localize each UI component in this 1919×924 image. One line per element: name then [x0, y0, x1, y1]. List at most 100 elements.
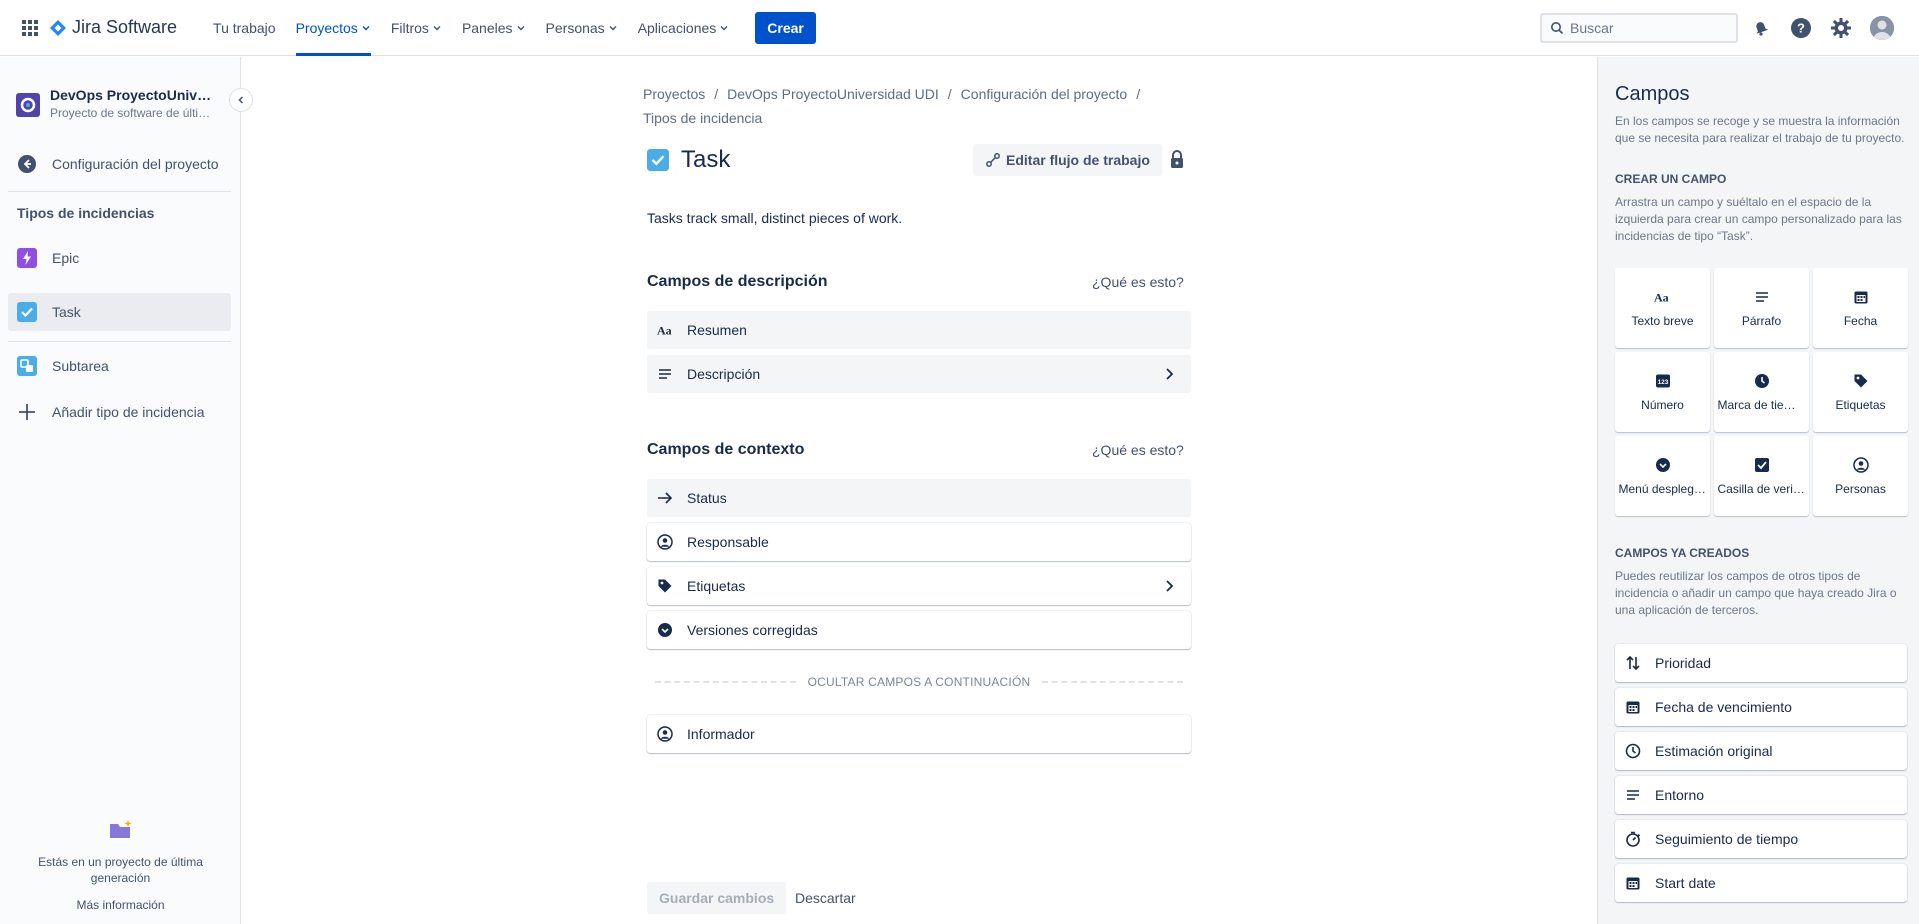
tag-icon [1852, 372, 1870, 390]
workflow-icon [985, 152, 1001, 168]
breadcrumb-separator: / [947, 86, 952, 102]
field-type-fecha[interactable]: Fecha [1813, 268, 1908, 348]
paragraph-icon [657, 366, 673, 382]
existing-field-start-date[interactable]: Start date [1615, 864, 1907, 902]
arrow-right-icon [657, 490, 673, 506]
field-versiones-corregidas[interactable]: Versiones corregidas [647, 611, 1191, 649]
existing-field-prioridad[interactable]: Prioridad [1615, 644, 1907, 682]
field-type-marca-de-tiempo[interactable]: Marca de tiempo [1714, 352, 1809, 432]
svg-text:Aa: Aa [1654, 291, 1669, 305]
field-responsable[interactable]: Responsable [647, 523, 1191, 561]
app-switcher-icon[interactable] [20, 18, 40, 38]
nav-filtros[interactable]: Filtros [381, 0, 452, 56]
nav-paneles[interactable]: Paneles [452, 0, 536, 56]
existing-field-fecha-de-vencimiento[interactable]: Fecha de vencimiento [1615, 688, 1907, 726]
person-icon [657, 534, 673, 550]
person-icon [1852, 456, 1870, 474]
page-title: Task [681, 146, 731, 173]
breadcrumb-separator: / [1136, 86, 1141, 102]
field-label: Start date [1655, 875, 1716, 891]
nav-label: Paneles [461, 19, 513, 36]
epic-icon [16, 247, 38, 269]
lock-icon[interactable] [1165, 148, 1189, 172]
field-type-grid: Aa Texto breve Párrafo Fecha 123 Número … [1615, 268, 1908, 516]
collapse-sidebar-button[interactable] [229, 88, 253, 112]
checkbox-icon [1753, 456, 1771, 474]
svg-text:Aa: Aa [657, 324, 672, 338]
existing-fields-heading: CAMPOS YA CREADOS [1615, 546, 1750, 560]
save-changes-button[interactable]: Guardar cambios [647, 882, 787, 914]
existing-field-estimacion-original[interactable]: Estimación original [1615, 732, 1907, 770]
field-label: Descripción [687, 366, 761, 382]
nav-proyectos[interactable]: Proyectos [286, 0, 381, 56]
field-status[interactable]: Status [647, 479, 1191, 517]
field-type-etiquetas[interactable]: Etiquetas [1813, 352, 1908, 432]
issue-type-header: Task [647, 146, 730, 174]
field-label: Seguimiento de tiempo [1655, 831, 1799, 847]
field-type-label: Personas [1835, 482, 1886, 496]
sidebar-item-epic[interactable]: Epic [8, 239, 231, 277]
field-resumen[interactable]: Aa Resumen [647, 311, 1191, 349]
add-issue-type-button[interactable]: Añadir tipo de incidencia [8, 393, 231, 431]
notifications-icon[interactable] [1749, 16, 1773, 40]
user-avatar[interactable] [1870, 16, 1894, 40]
project-subtitle: Proyecto de software de última generació… [50, 106, 215, 120]
field-type-menu-desplegable[interactable]: Menú desplegable [1615, 436, 1710, 516]
discard-button[interactable]: Descartar [785, 882, 866, 914]
field-type-label: Etiquetas [1835, 398, 1886, 412]
footer-text: Estás en un proyecto de última generació… [38, 855, 203, 885]
stopwatch-icon [1625, 831, 1641, 847]
search-input[interactable] [1570, 20, 1730, 36]
project-header[interactable]: DevOps ProyectoUniversidad UDI Proyecto … [16, 87, 215, 120]
breadcrumb-item[interactable]: Proyectos [643, 86, 705, 102]
priority-icon [1625, 655, 1641, 671]
breadcrumb-item[interactable]: Configuración del proyecto [961, 86, 1128, 102]
search-box[interactable] [1540, 13, 1738, 43]
more-info-link[interactable]: Más información [0, 898, 241, 912]
field-type-label: Párrafo [1741, 314, 1782, 328]
sidebar-section-heading: Tipos de incidencias [17, 205, 155, 221]
edit-workflow-button[interactable]: Editar flujo de trabajo [973, 144, 1162, 176]
existing-field-seguimiento-de-tiempo[interactable]: Seguimiento de tiempo [1615, 820, 1907, 858]
calendar-icon [1852, 288, 1870, 306]
existing-field-entorno[interactable]: Entorno [1615, 776, 1907, 814]
top-navigation: Jira Software Tu trabajo Proyectos Filtr… [0, 0, 1919, 56]
field-type-parrafo[interactable]: Párrafo [1714, 268, 1809, 348]
nav-label: Tu trabajo [213, 19, 276, 36]
help-icon[interactable]: ? [1789, 16, 1813, 40]
field-type-personas[interactable]: Personas [1813, 436, 1908, 516]
calendar-icon [1625, 875, 1641, 891]
breadcrumb-item[interactable]: DevOps ProyectoUniversidad UDI [727, 86, 939, 102]
plus-icon [16, 401, 38, 423]
nav-tu-trabajo[interactable]: Tu trabajo [203, 0, 286, 56]
sidebar-item-subtarea[interactable]: Subtarea [8, 347, 231, 385]
svg-text:?: ? [1797, 21, 1805, 36]
breadcrumb-item[interactable]: Tipos de incidencia [643, 110, 762, 126]
field-descripcion[interactable]: Descripción [647, 355, 1191, 393]
sidebar-item-project-settings[interactable]: Configuración del proyecto [8, 145, 231, 183]
field-etiquetas[interactable]: Etiquetas [647, 567, 1191, 605]
nav-label: Filtros [390, 19, 429, 36]
number-icon: 123 [1654, 372, 1672, 390]
nav-personas[interactable]: Personas [536, 0, 628, 56]
existing-fields-description: Puedes reutilizar los campos de otros ti… [1615, 569, 1897, 617]
field-label: Entorno [1655, 787, 1705, 803]
field-type-label: Texto breve [1631, 314, 1694, 328]
nav-aplicaciones[interactable]: Aplicaciones [628, 0, 740, 56]
field-type-texto-breve[interactable]: Aa Texto breve [1615, 268, 1710, 348]
create-field-description: Arrastra un campo y suéltalo en el espac… [1615, 195, 1902, 243]
field-label: Versiones corregidas [687, 622, 818, 638]
jira-logo[interactable]: Jira Software [50, 17, 177, 38]
field-informador[interactable]: Informador [647, 715, 1191, 753]
svg-text:123: 123 [1657, 379, 1668, 386]
create-button[interactable]: Crear [755, 11, 816, 44]
field-type-label: Número [1641, 398, 1684, 412]
sidebar-item-task[interactable]: Task [8, 293, 231, 331]
what-is-this-link[interactable]: ¿Qué es esto? [1092, 274, 1184, 290]
breadcrumb: Proyectos / DevOps ProyectoUniversidad UDI… [643, 82, 1183, 130]
settings-gear-icon[interactable] [1829, 16, 1853, 40]
field-type-casilla-de-verificacion[interactable]: Casilla de verificación [1714, 436, 1809, 516]
what-is-this-link[interactable]: ¿Qué es esto? [1092, 442, 1184, 458]
project-avatar-icon [16, 93, 40, 117]
field-type-numero[interactable]: 123 Número [1615, 352, 1710, 432]
